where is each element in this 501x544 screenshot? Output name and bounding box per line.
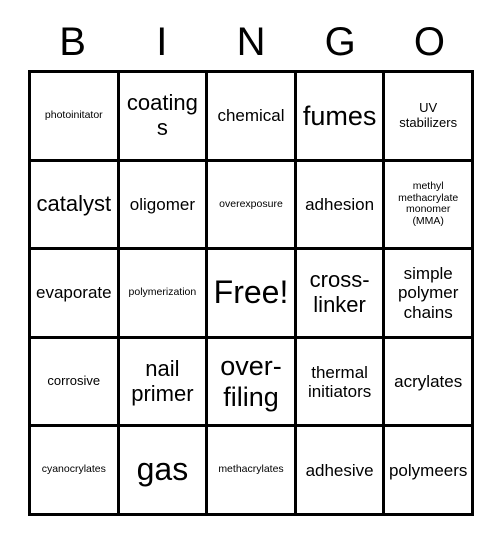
bingo-cell[interactable]: simple polymer chains <box>385 250 474 339</box>
bingo-cell[interactable]: gas <box>119 427 209 516</box>
bingo-cell[interactable]: coatings <box>119 73 209 162</box>
bingo-cell-label: chemical <box>217 106 285 126</box>
bingo-header-letter-o: O <box>413 20 445 64</box>
bingo-cell-label: coatings <box>126 90 198 140</box>
bingo-cell[interactable]: fumes <box>296 73 386 162</box>
bingo-cell-label: catalyst <box>36 191 112 217</box>
bingo-cell-label: Free! <box>213 274 289 311</box>
bingo-cell[interactable]: methyl methacrylate monomer (MMA) <box>385 161 474 251</box>
bingo-cell[interactable]: overexposure <box>208 161 297 251</box>
bingo-cell-label: evaporate <box>35 283 112 303</box>
bingo-cell[interactable]: corrosive <box>31 338 120 428</box>
bingo-cell[interactable]: adhesive <box>296 427 386 516</box>
bingo-header-letter-g: G <box>324 20 356 64</box>
bingo-cell-label: fumes <box>302 100 377 131</box>
bingo-cell[interactable]: polymeers <box>385 427 474 516</box>
bingo-cell-label: over- filing <box>220 351 282 412</box>
bingo-grid: photoinitator coatings chemical fumes UV sta… <box>28 70 474 516</box>
bingo-cell[interactable]: photoinitator <box>31 73 120 162</box>
bingo-header-letter-i: I <box>156 20 168 64</box>
bingo-cell-label: thermal initiators <box>307 362 372 401</box>
bingo-cell[interactable]: UV stabilizers <box>385 73 474 162</box>
bingo-cell-label: cyanocrylates <box>41 463 106 476</box>
bingo-cell[interactable]: methacrylates <box>208 427 297 516</box>
bingo-card: B I N G O photoinitator coatings chemical f… <box>0 0 501 544</box>
bingo-cell-label: simple polymer chains <box>397 264 459 322</box>
bingo-cell-label: nail primer <box>131 355 194 406</box>
bingo-cell-label: polymerization <box>128 286 197 299</box>
bingo-cell-label: methyl methacrylate monomer (MMA) <box>398 179 459 228</box>
bingo-cell[interactable]: oligomer <box>119 161 209 251</box>
bingo-cell[interactable]: chemical <box>208 73 297 162</box>
bingo-cell[interactable]: polymerization <box>119 250 209 339</box>
bingo-cell-label: photoinitator <box>44 108 103 121</box>
bingo-cell-label: adhesion <box>305 194 375 214</box>
bingo-cell-label: oligomer <box>129 194 195 214</box>
bingo-cell-label: overexposure <box>219 197 283 210</box>
bingo-header-letter-b: B <box>59 20 86 64</box>
bingo-cell[interactable]: evaporate <box>31 250 120 339</box>
bingo-cell-label: acrylates <box>394 372 463 392</box>
bingo-cell-free[interactable]: Free! <box>208 250 297 339</box>
bingo-cell-label: corrosive <box>47 373 101 389</box>
bingo-header-letter-n: N <box>236 20 266 64</box>
bingo-cell[interactable]: thermal initiators <box>296 338 386 428</box>
bingo-cell-label: UV stabilizers <box>399 100 458 130</box>
bingo-cell-label: cross- linker <box>309 267 370 317</box>
bingo-cell[interactable]: acrylates <box>385 338 474 428</box>
bingo-cell[interactable]: cross- linker <box>296 250 386 339</box>
bingo-cell-label: methacrylates <box>218 463 284 476</box>
bingo-header-row: B I N G O <box>28 16 474 68</box>
bingo-cell-label: polymeers <box>388 460 468 480</box>
bingo-cell-label: adhesive <box>305 460 374 480</box>
bingo-cell[interactable]: nail primer <box>119 338 209 428</box>
bingo-cell[interactable]: over- filing <box>208 338 297 428</box>
bingo-cell-label: gas <box>136 451 189 488</box>
bingo-cell[interactable]: cyanocrylates <box>31 427 120 516</box>
bingo-cell[interactable]: adhesion <box>296 161 386 251</box>
bingo-cell[interactable]: catalyst <box>31 161 120 251</box>
